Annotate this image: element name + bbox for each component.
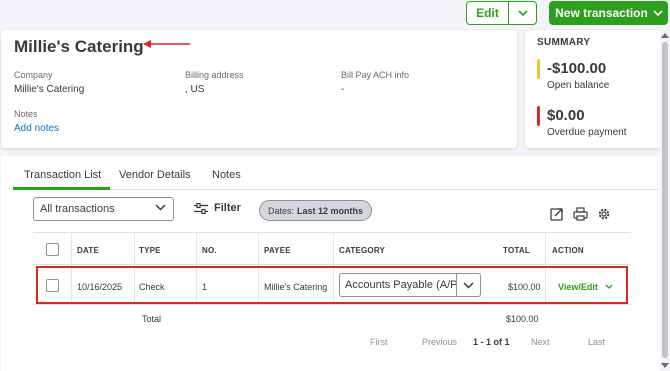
transaction-panel: Transaction List Vendor Details Notes Al… bbox=[1, 156, 661, 371]
col-category[interactable]: CATEGORY bbox=[339, 246, 385, 255]
billing-address-label: Billing address bbox=[185, 70, 244, 80]
company-label: Company bbox=[14, 70, 53, 80]
gear-icon[interactable] bbox=[597, 207, 611, 221]
billing-address-value: , US bbox=[185, 84, 205, 95]
new-transaction-label: New transaction bbox=[555, 6, 648, 20]
vendor-name: Millie's Catering bbox=[14, 37, 144, 56]
tab-notes[interactable]: Notes bbox=[212, 169, 241, 181]
annotation-arrow-icon bbox=[143, 40, 190, 48]
table-top-border bbox=[33, 232, 631, 233]
open-balance-label: Open balance bbox=[547, 80, 610, 91]
tab-vendor-details[interactable]: Vendor Details bbox=[119, 169, 191, 181]
row-bottom-border bbox=[33, 304, 631, 305]
dates-value: Last 12 months bbox=[297, 205, 364, 216]
edit-button-group: Edit bbox=[466, 1, 537, 25]
pagination-first[interactable]: First bbox=[370, 337, 388, 347]
open-balance-amount: -$100.00 bbox=[547, 60, 607, 77]
overdue-label: Overdue payment bbox=[547, 127, 627, 138]
select-all-checkbox[interactable] bbox=[46, 243, 59, 256]
annotation-highlight-box bbox=[36, 266, 628, 304]
transaction-type-value: All transactions bbox=[40, 203, 115, 215]
col-date[interactable]: DATE bbox=[77, 246, 99, 255]
tab-transaction-list[interactable]: Transaction List bbox=[24, 169, 101, 181]
pagination-last[interactable]: Last bbox=[588, 337, 605, 347]
new-transaction-button[interactable]: New transaction bbox=[549, 1, 668, 25]
overdue-amount: $0.00 bbox=[547, 107, 585, 124]
scroll-down-icon[interactable] bbox=[661, 363, 669, 368]
filter-sliders-icon bbox=[194, 202, 208, 214]
filter-button[interactable]: Filter bbox=[194, 202, 241, 214]
chevron-down-icon[interactable] bbox=[649, 10, 667, 16]
pagination-range: 1 - 1 of 1 bbox=[473, 337, 510, 347]
total-value: $100.00 bbox=[506, 314, 539, 324]
col-no[interactable]: NO. bbox=[202, 246, 217, 255]
bill-pay-ach-value: - bbox=[341, 84, 345, 95]
add-notes-link[interactable]: Add notes bbox=[14, 123, 59, 134]
active-tab-indicator bbox=[13, 187, 110, 190]
export-icon[interactable] bbox=[550, 207, 564, 221]
col-action: ACTION bbox=[552, 246, 584, 255]
summary-title: SUMMARY bbox=[537, 37, 591, 48]
summary-card: SUMMARY -$100.00 Open balance $0.00 Over… bbox=[525, 30, 661, 148]
dates-prefix: Dates: bbox=[267, 205, 294, 216]
col-payee[interactable]: PAYEE bbox=[264, 246, 291, 255]
col-total[interactable]: TOTAL bbox=[503, 246, 530, 255]
filter-label: Filter bbox=[214, 202, 241, 214]
pagination-next[interactable]: Next bbox=[531, 337, 550, 347]
col-type[interactable]: TYPE bbox=[139, 246, 161, 255]
chevron-down-icon bbox=[155, 204, 166, 211]
company-value: Millie's Catering bbox=[14, 84, 85, 95]
scroll-thumb[interactable] bbox=[662, 42, 668, 358]
pagination-previous[interactable]: Previous bbox=[422, 337, 457, 347]
notes-label: Notes bbox=[14, 109, 38, 119]
transaction-type-select[interactable]: All transactions bbox=[33, 197, 174, 221]
bill-pay-ach-label: Bill Pay ACH info bbox=[341, 70, 410, 80]
header-row-border bbox=[33, 264, 631, 265]
print-icon[interactable] bbox=[573, 207, 588, 221]
open-balance-indicator bbox=[537, 59, 540, 79]
page-scrollbar[interactable] bbox=[660, 30, 670, 371]
edit-button[interactable]: Edit bbox=[467, 2, 509, 24]
overdue-indicator bbox=[537, 106, 540, 126]
scroll-up-icon[interactable] bbox=[661, 33, 669, 38]
edit-menu-chevron-icon[interactable] bbox=[509, 2, 536, 24]
total-label: Total bbox=[142, 314, 162, 324]
vendor-info-card: Millie's Catering Company Millie's Cater… bbox=[1, 30, 517, 148]
dates-filter-pill[interactable]: Dates: Last 12 months bbox=[259, 200, 372, 221]
